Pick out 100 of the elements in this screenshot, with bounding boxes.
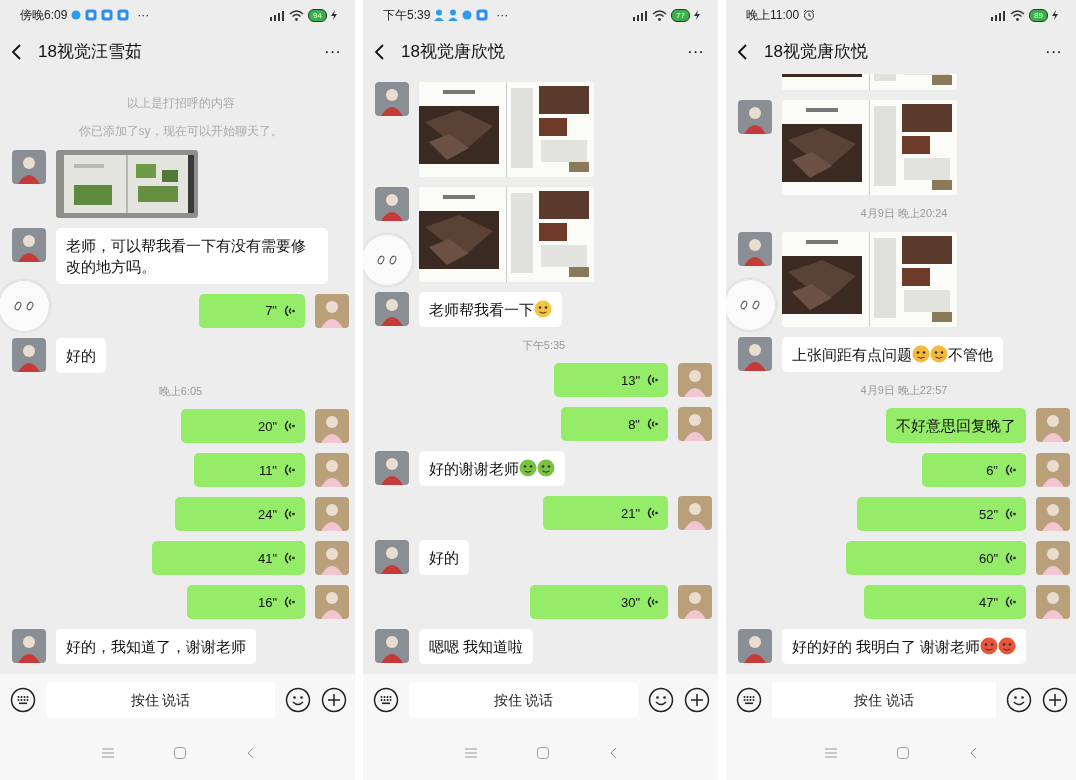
chat-title: 18视觉唐欣悦 xyxy=(764,41,869,64)
voice-message[interactable]: 24" xyxy=(175,497,305,531)
charging-icon xyxy=(694,10,700,20)
avatar[interactable] xyxy=(315,497,349,531)
alarm-clock-icon xyxy=(803,9,816,21)
voice-message[interactable]: 6" xyxy=(921,453,1026,487)
hold-to-talk-button[interactable]: 按住 说话 xyxy=(772,682,996,718)
more-notifications: ··· xyxy=(496,7,509,24)
avatar[interactable] xyxy=(315,293,349,328)
menu-icon[interactable] xyxy=(825,748,837,758)
back-icon[interactable] xyxy=(373,43,385,61)
avatar[interactable] xyxy=(12,149,46,184)
avatar[interactable] xyxy=(375,81,409,116)
avatar[interactable] xyxy=(1036,408,1070,442)
back-nav-icon[interactable] xyxy=(969,747,977,759)
more-button[interactable]: ··· xyxy=(1045,39,1062,65)
avatar[interactable] xyxy=(738,336,772,371)
emoji-button-icon[interactable] xyxy=(648,687,674,713)
avatar[interactable] xyxy=(12,227,46,262)
plus-icon[interactable] xyxy=(1042,687,1068,713)
voice-message[interactable]: 21" xyxy=(542,496,668,530)
avatar[interactable] xyxy=(375,291,409,326)
app-square-icon xyxy=(476,9,489,21)
voice-message[interactable]: 30" xyxy=(530,585,668,619)
avatar[interactable] xyxy=(678,496,712,530)
keyboard-icon[interactable] xyxy=(373,687,399,713)
plus-icon[interactable] xyxy=(321,687,347,713)
emoji-button-icon[interactable] xyxy=(285,687,311,713)
voice-message[interactable]: 13" xyxy=(553,363,668,397)
voice-wave-icon xyxy=(646,506,658,520)
avatar[interactable] xyxy=(678,407,712,441)
back-nav-icon[interactable] xyxy=(608,747,617,759)
menu-icon[interactable] xyxy=(101,748,114,758)
battery-level: 94 xyxy=(308,8,327,22)
back-icon[interactable] xyxy=(10,43,22,61)
home-icon[interactable] xyxy=(897,747,909,759)
hold-to-talk-button[interactable]: 按住 说话 xyxy=(409,682,638,718)
floating-ball-icon[interactable] xyxy=(0,279,50,332)
avatar[interactable] xyxy=(678,585,712,619)
voice-wave-icon xyxy=(283,303,295,318)
emoji-button-icon[interactable] xyxy=(1006,687,1032,713)
message-bubble: 好的 xyxy=(56,337,106,373)
message-bubble: 不好意思回复晚了 xyxy=(886,408,1026,443)
menu-icon[interactable] xyxy=(464,748,477,758)
battery-level: 77 xyxy=(671,8,690,22)
home-icon[interactable] xyxy=(173,747,186,759)
voice-message[interactable]: 7" xyxy=(199,293,305,328)
avatar[interactable] xyxy=(738,231,772,266)
floating-ball-icon[interactable] xyxy=(363,233,413,286)
keyboard-icon[interactable] xyxy=(736,687,762,713)
avatar[interactable] xyxy=(738,100,772,134)
avatar[interactable] xyxy=(678,363,712,397)
voice-wave-icon xyxy=(1004,595,1016,609)
more-button[interactable]: ··· xyxy=(324,39,341,65)
avatar[interactable] xyxy=(375,186,409,221)
person-icon xyxy=(448,9,459,21)
avatar[interactable] xyxy=(1036,497,1070,531)
battery-level: 89 xyxy=(1029,8,1048,22)
hold-to-talk-button[interactable]: 按住 说话 xyxy=(46,682,275,718)
timestamp: 4月9日 晚上22:57 xyxy=(860,382,948,398)
avatar[interactable] xyxy=(1036,541,1070,575)
voice-message[interactable]: 41" xyxy=(151,541,305,575)
back-icon[interactable] xyxy=(736,43,748,61)
avatar[interactable] xyxy=(1036,453,1070,487)
avatar[interactable] xyxy=(12,337,46,372)
voice-wave-icon xyxy=(283,551,295,565)
home-icon[interactable] xyxy=(536,747,549,759)
avatar[interactable] xyxy=(738,629,772,663)
avatar[interactable] xyxy=(315,585,349,619)
voice-wave-icon xyxy=(646,373,658,387)
notification-dot-icon xyxy=(71,10,82,20)
voice-message[interactable]: 60" xyxy=(846,541,1026,575)
voice-message[interactable]: 20" xyxy=(181,409,305,443)
floating-ball-icon[interactable] xyxy=(726,278,776,331)
avatar[interactable] xyxy=(375,629,409,663)
timestamp: 晚上6:05 xyxy=(158,383,203,399)
keyboard-icon[interactable] xyxy=(10,687,36,713)
system-notice: 你已添加了sy，现在可以开始聊天了。 xyxy=(78,122,283,140)
avatar[interactable] xyxy=(315,409,349,443)
app-square-icon xyxy=(117,9,130,21)
voice-message[interactable]: 47" xyxy=(864,585,1026,619)
timestamp: 4月9日 晚上20:24 xyxy=(860,206,948,221)
plus-icon[interactable] xyxy=(684,687,710,713)
avatar[interactable] xyxy=(1036,585,1070,619)
voice-message[interactable]: 8" xyxy=(560,407,668,441)
voice-message[interactable]: 52" xyxy=(857,497,1026,531)
avatar[interactable] xyxy=(315,453,349,487)
chat-title: 18视觉汪雪茹 xyxy=(38,41,143,64)
avatar[interactable] xyxy=(12,629,46,663)
timestamp: 下午5:35 xyxy=(521,337,566,353)
signal-icon xyxy=(990,9,1007,21)
voice-message[interactable]: 16" xyxy=(186,585,305,619)
voice-message[interactable]: 11" xyxy=(193,453,305,487)
more-button[interactable]: ··· xyxy=(687,39,704,65)
avatar[interactable] xyxy=(315,541,349,575)
notification-dot-icon xyxy=(462,10,473,20)
avatar[interactable] xyxy=(375,540,409,574)
message-bubble: 老师帮我看一下 xyxy=(419,291,562,327)
avatar[interactable] xyxy=(375,451,409,485)
back-nav-icon[interactable] xyxy=(245,747,254,759)
